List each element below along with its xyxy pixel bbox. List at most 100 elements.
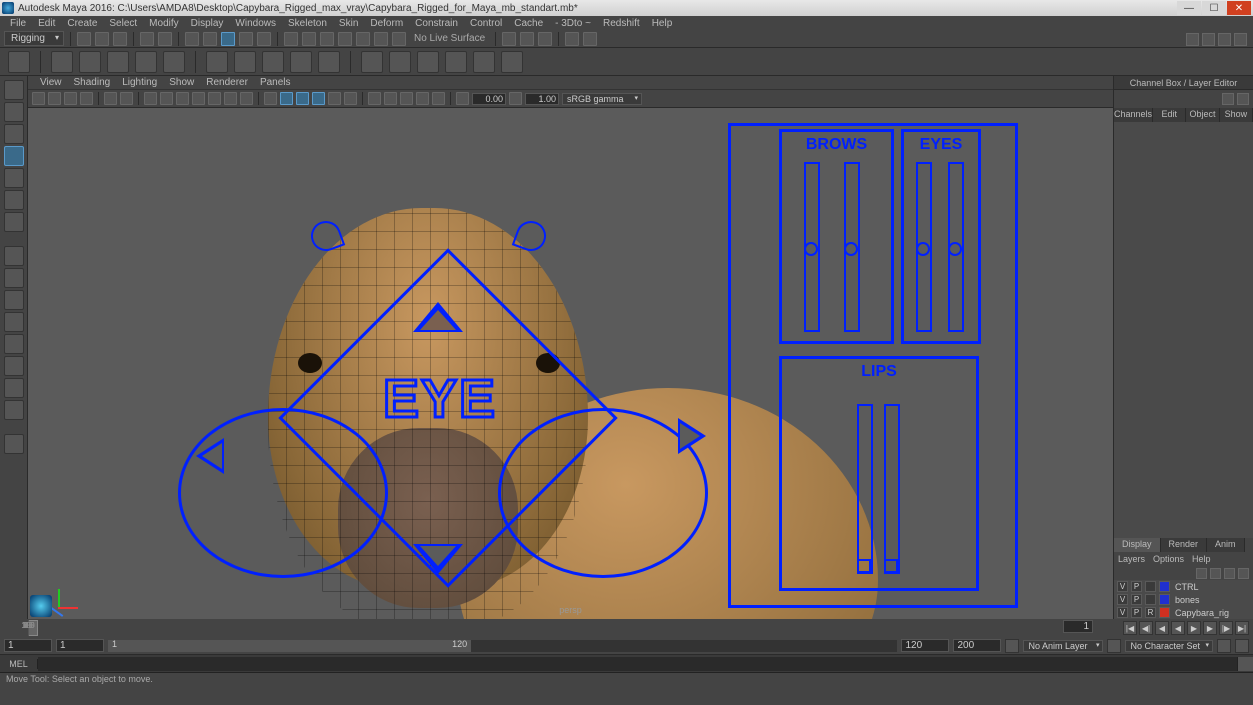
panel-field-chart-icon[interactable] xyxy=(208,92,221,105)
render-settings-icon[interactable] xyxy=(565,32,579,46)
menu-deform[interactable]: Deform xyxy=(364,18,409,29)
arrow-left-control[interactable] xyxy=(196,438,224,474)
panel-grid-icon[interactable] xyxy=(144,92,157,105)
anim-end-field[interactable] xyxy=(953,639,1001,652)
panel-textured-icon[interactable] xyxy=(296,92,309,105)
toggle-tool-settings-icon[interactable] xyxy=(1202,33,1215,46)
lips-slider-right-handle[interactable] xyxy=(884,559,898,573)
panel-wire-on-shaded-icon[interactable] xyxy=(312,92,325,105)
panel-use-lights-icon[interactable] xyxy=(328,92,341,105)
layer-playback-toggle[interactable]: P xyxy=(1131,607,1142,618)
eyes-control-box[interactable]: EYES xyxy=(901,129,981,344)
shelf-item-1-icon[interactable] xyxy=(51,51,73,73)
layer-name-label[interactable]: CTRL xyxy=(1173,582,1250,592)
playback-end-field[interactable] xyxy=(901,639,949,652)
snap-grid-icon[interactable] xyxy=(284,32,298,46)
menu-select[interactable]: Select xyxy=(103,18,143,29)
layer-row[interactable]: VPCTRL xyxy=(1114,580,1253,593)
channel-tab-object[interactable]: Object xyxy=(1186,108,1219,122)
layout-four-icon[interactable] xyxy=(4,268,24,288)
shelf-item-3-icon[interactable] xyxy=(107,51,129,73)
new-scene-icon[interactable] xyxy=(77,32,91,46)
panel-2d-pan-icon[interactable] xyxy=(104,92,117,105)
layer-reference-toggle[interactable] xyxy=(1145,594,1156,605)
panel-smooth-shade-icon[interactable] xyxy=(280,92,293,105)
last-tool-icon[interactable] xyxy=(4,212,24,232)
window-maximize-button[interactable]: ☐ xyxy=(1202,1,1226,15)
layer-reference-toggle[interactable]: R xyxy=(1145,607,1156,618)
layers-toggle-icon[interactable] xyxy=(1237,93,1249,105)
step-back-frame-button[interactable]: ◀ xyxy=(1155,621,1169,635)
snap-live-icon[interactable] xyxy=(356,32,370,46)
channels-toggle-icon[interactable] xyxy=(1222,93,1234,105)
step-forward-frame-button[interactable]: ▶ xyxy=(1203,621,1217,635)
shelf-item-13-icon[interactable] xyxy=(417,51,439,73)
layer-menu-options[interactable]: Options xyxy=(1153,554,1184,564)
shelf-tab-icon[interactable] xyxy=(8,51,30,73)
panel-xray-joints-icon[interactable] xyxy=(400,92,413,105)
shelf-item-8-icon[interactable] xyxy=(262,51,284,73)
make-live-icon[interactable] xyxy=(392,32,406,46)
prefs-icon[interactable] xyxy=(1235,639,1249,653)
layout-custom-icon[interactable] xyxy=(4,400,24,420)
layer-name-label[interactable]: bones xyxy=(1173,595,1250,605)
panel-menu-shading[interactable]: Shading xyxy=(68,77,117,88)
window-minimize-button[interactable]: — xyxy=(1177,1,1201,15)
panel-xray-icon[interactable] xyxy=(384,92,397,105)
layer-playback-toggle[interactable]: P xyxy=(1131,594,1142,605)
shelf-item-7-icon[interactable] xyxy=(234,51,256,73)
menu-cache[interactable]: Cache xyxy=(508,18,549,29)
hypershade-icon[interactable] xyxy=(583,32,597,46)
panel-safe-action-icon[interactable] xyxy=(224,92,237,105)
layer-row[interactable]: VPbones xyxy=(1114,593,1253,606)
shelf-item-11-icon[interactable] xyxy=(361,51,383,73)
select-mask2-icon[interactable] xyxy=(257,32,271,46)
layout-single-icon[interactable] xyxy=(4,246,24,266)
play-forward-button[interactable]: ▶ xyxy=(1187,621,1201,635)
playback-start-field[interactable] xyxy=(56,639,104,652)
paint-select-tool-icon[interactable] xyxy=(4,124,24,144)
panel-gate-mask-icon[interactable] xyxy=(192,92,205,105)
panel-gamma-icon[interactable] xyxy=(509,92,522,105)
layer-color-swatch[interactable] xyxy=(1159,594,1170,605)
panel-isolate-icon[interactable] xyxy=(368,92,381,105)
panel-exposure-field[interactable] xyxy=(472,93,506,105)
panel-depth-of-field-icon[interactable] xyxy=(416,92,429,105)
layer-visible-toggle[interactable]: V xyxy=(1117,581,1128,592)
layer-color-swatch[interactable] xyxy=(1159,607,1170,618)
channel-tab-show[interactable]: Show xyxy=(1220,108,1253,122)
select-hierarchy-icon[interactable] xyxy=(185,32,199,46)
panel-motion-blur-icon[interactable] xyxy=(432,92,445,105)
menu-control[interactable]: Control xyxy=(464,18,508,29)
layer-move-up-icon[interactable] xyxy=(1196,568,1207,579)
menu-skin[interactable]: Skin xyxy=(333,18,364,29)
menu-display[interactable]: Display xyxy=(185,18,230,29)
shelf-item-14-icon[interactable] xyxy=(445,51,467,73)
panel-menu-show[interactable]: Show xyxy=(163,77,200,88)
menu-constrain[interactable]: Constrain xyxy=(409,18,464,29)
menu-3dto[interactable]: - 3Dto ~ xyxy=(549,18,597,29)
panel-shadows-icon[interactable] xyxy=(344,92,357,105)
step-forward-key-button[interactable]: |▶ xyxy=(1219,621,1233,635)
lips-control-box[interactable]: LIPS xyxy=(779,356,979,591)
anim-layer-icon[interactable] xyxy=(1005,639,1019,653)
panel-select-camera-icon[interactable] xyxy=(32,92,45,105)
menu-redshift[interactable]: Redshift xyxy=(597,18,646,29)
redo-icon[interactable] xyxy=(158,32,172,46)
eyes-slider-left-handle[interactable] xyxy=(916,242,930,256)
anim-layer-dropdown[interactable]: No Anim Layer xyxy=(1023,640,1103,652)
shelf-item-10-icon[interactable] xyxy=(318,51,340,73)
select-mask-icon[interactable] xyxy=(239,32,253,46)
layer-tab-anim[interactable]: Anim xyxy=(1207,538,1245,552)
range-slider-track[interactable]: 1 120 xyxy=(108,640,897,652)
panel-wireframe-icon[interactable] xyxy=(264,92,277,105)
panel-resolution-gate-icon[interactable] xyxy=(176,92,189,105)
panel-grease-pencil-icon[interactable] xyxy=(120,92,133,105)
render-frame-icon[interactable] xyxy=(520,32,534,46)
shelf-item-5-icon[interactable] xyxy=(163,51,185,73)
shelf-item-15-icon[interactable] xyxy=(473,51,495,73)
snap-point-icon[interactable] xyxy=(320,32,334,46)
channel-box-body[interactable] xyxy=(1114,122,1253,538)
snap-plane-icon[interactable] xyxy=(338,32,352,46)
construction-history-icon[interactable] xyxy=(502,32,516,46)
